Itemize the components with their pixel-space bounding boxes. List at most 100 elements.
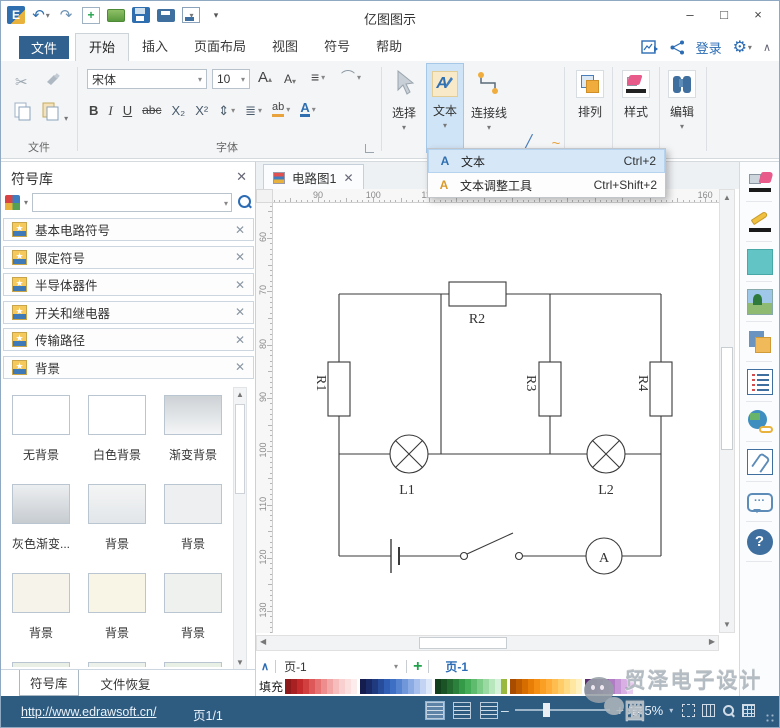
zoom-out-button[interactable]: – xyxy=(501,702,509,718)
hyperlink-icon[interactable] xyxy=(747,409,773,435)
fill-color-swatch[interactable] xyxy=(627,678,634,694)
select-tool-button[interactable]: 选择 ▾ xyxy=(384,63,424,153)
quick-color-icon-cell[interactable] xyxy=(740,242,779,282)
attachment-icon[interactable] xyxy=(746,449,773,475)
close-section-icon[interactable]: ✕ xyxy=(235,360,245,374)
background-thumbnail[interactable]: 背景 xyxy=(155,565,231,654)
canvas-vertical-scrollbar[interactable]: ▲ ▼ xyxy=(719,189,735,633)
line-spacing-button[interactable]: ⇕ ▾ xyxy=(218,104,235,117)
layers-icon[interactable] xyxy=(747,329,773,355)
fill-color-swatch[interactable] xyxy=(501,678,508,694)
background-thumbnail[interactable]: 灰色渐变... xyxy=(3,476,79,565)
underline-button[interactable]: U xyxy=(123,104,132,117)
scroll-right-icon[interactable]: ▶ xyxy=(709,637,715,646)
paste-icon[interactable] xyxy=(13,101,31,125)
library-section[interactable]: ★ 限定符号 ✕ xyxy=(3,245,254,269)
line-style-icon[interactable] xyxy=(747,209,773,235)
minimize-button[interactable]: – xyxy=(673,1,707,27)
collapse-ribbon-icon[interactable]: ∧ xyxy=(763,41,771,54)
canvas-horizontal-scrollbar[interactable]: ◀ ▶ xyxy=(256,635,719,651)
text-highlight-button[interactable]: ab ▾ xyxy=(272,101,290,117)
font-color-button[interactable]: A ▾ xyxy=(300,101,316,117)
line-style-icon-cell[interactable] xyxy=(740,202,779,242)
background-thumbnail[interactable]: 白色背景 xyxy=(79,387,155,476)
paste-special-icon[interactable]: ▾ xyxy=(41,101,68,125)
curved-text-button[interactable]: ⌒ ▾ xyxy=(341,70,361,84)
cut-icon[interactable]: ✂ xyxy=(15,73,28,91)
scrollbar-thumb[interactable] xyxy=(235,404,245,494)
add-page-button[interactable]: + xyxy=(413,658,422,674)
share-icon[interactable] xyxy=(670,40,685,55)
sidebar-tab[interactable]: 符号库 xyxy=(19,670,79,696)
background-thumbnail[interactable] xyxy=(155,654,231,667)
hyperlink-icon-cell[interactable] xyxy=(740,402,779,442)
insert-picture-icon-cell[interactable] xyxy=(740,282,779,322)
arrange-button[interactable]: 排列 xyxy=(570,63,610,153)
menu-tab[interactable]: 页面布局 xyxy=(181,33,259,61)
subscript-button[interactable]: X₂ xyxy=(171,104,185,117)
presentation-view-icon[interactable] xyxy=(480,702,498,719)
settings-gear-icon[interactable]: ⚙ ▾ xyxy=(733,37,752,57)
website-link[interactable]: http://www.edrawsoft.cn/ xyxy=(21,705,156,719)
maximize-button[interactable]: □ xyxy=(707,1,741,27)
page-layout-view-icon[interactable] xyxy=(453,702,471,719)
export-image-icon[interactable] xyxy=(640,39,659,55)
zoom-in-button[interactable]: + xyxy=(616,702,624,718)
edit-button[interactable]: 编辑 ▾ xyxy=(662,63,702,153)
fill-color-swatch[interactable] xyxy=(426,678,433,694)
zoom-slider[interactable] xyxy=(514,703,610,717)
scrollbar-thumb[interactable] xyxy=(721,347,733,450)
menu-tab[interactable]: 帮助 xyxy=(363,33,415,61)
background-thumbnail[interactable]: 背景 xyxy=(155,476,231,565)
file-menu-button[interactable]: 文件 xyxy=(19,36,69,59)
resize-grip[interactable] xyxy=(765,713,775,723)
fit-selection-icon[interactable] xyxy=(682,704,695,717)
close-button[interactable]: × xyxy=(741,1,775,27)
bold-button[interactable]: B xyxy=(89,104,98,117)
menu-tab[interactable]: 开始 xyxy=(75,33,130,61)
scroll-up-icon[interactable]: ▲ xyxy=(234,390,246,399)
close-section-icon[interactable]: ✕ xyxy=(235,305,245,319)
fill-color-swatch[interactable] xyxy=(576,678,583,694)
style-button[interactable]: 样式 xyxy=(615,63,657,153)
strikethrough-button[interactable]: abc xyxy=(142,104,161,117)
zoom-slider-thumb[interactable] xyxy=(542,703,550,717)
drawing-canvas[interactable]: R2 R1 R3 R4 L1 L2 A xyxy=(273,203,719,633)
scrollbar-thumb[interactable] xyxy=(419,637,507,649)
connector-tool-button[interactable]: 连接线 ▾ xyxy=(466,63,512,153)
menu-item-text-adjust-tool[interactable]: A 文本调整工具 Ctrl+Shift+2 xyxy=(428,173,665,197)
fill-color-swatch[interactable] xyxy=(351,678,358,694)
scroll-down-icon[interactable]: ▼ xyxy=(234,658,246,667)
font-size-combobox[interactable]: 10 ▾ xyxy=(212,69,250,89)
background-thumbnail[interactable]: 无背景 xyxy=(3,387,79,476)
fill-style-icon-cell[interactable] xyxy=(740,162,779,202)
library-section[interactable]: ★ 传输路径 ✕ xyxy=(3,328,254,351)
sidebar-tab[interactable]: 文件恢复 xyxy=(91,671,161,696)
grow-font-button[interactable]: A ▴ xyxy=(258,70,272,85)
library-section[interactable]: ★ 背景 ✕ xyxy=(3,355,254,379)
text-align-button[interactable]: ≡ ▾ xyxy=(311,70,325,84)
layers-icon-cell[interactable] xyxy=(740,322,779,362)
grid-toggle-icon[interactable] xyxy=(742,704,755,717)
insert-picture-icon[interactable] xyxy=(746,289,773,315)
zoom-area-icon[interactable] xyxy=(722,704,735,717)
document-tab[interactable]: 电路图1 ✕ xyxy=(263,164,364,190)
normal-view-icon[interactable] xyxy=(425,701,445,720)
login-button[interactable]: 登录 xyxy=(696,38,722,57)
menu-tab[interactable]: 视图 xyxy=(259,33,311,61)
italic-button[interactable]: I xyxy=(108,104,112,117)
fill-style-icon[interactable] xyxy=(747,169,774,195)
font-name-combobox[interactable]: 宋体 ▾ xyxy=(87,69,207,89)
comment-icon-cell[interactable]: ··· xyxy=(740,482,779,522)
background-thumbnail[interactable] xyxy=(79,654,155,667)
library-icon[interactable] xyxy=(5,194,20,210)
background-thumbnail[interactable]: 背景 xyxy=(3,565,79,654)
attachment-icon-cell[interactable] xyxy=(740,442,779,482)
font-dialog-launcher-icon[interactable] xyxy=(365,144,374,153)
zoom-level[interactable]: 145% xyxy=(630,703,663,718)
notes-icon-cell[interactable] xyxy=(740,362,779,402)
menu-tab[interactable]: 插入 xyxy=(129,33,181,61)
search-icon[interactable] xyxy=(236,194,252,210)
close-panel-icon[interactable]: ✕ xyxy=(236,169,247,185)
background-thumbnail[interactable]: 渐变背景 xyxy=(155,387,231,476)
